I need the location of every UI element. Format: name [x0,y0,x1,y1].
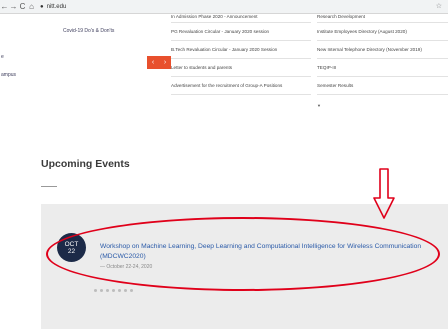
reload-icon[interactable]: C [18,1,27,13]
back-icon[interactable]: ← [0,1,9,13]
carousel-dot[interactable] [118,289,121,292]
slider-prev-icon[interactable]: ‹ [152,59,154,66]
browser-toolbar: ← → C ⌂ ● nitt.edu ☆ [0,0,448,14]
notice-item[interactable]: B.Tech Revaluation Circular - January 20… [171,41,311,59]
carousel-dot[interactable] [124,289,127,292]
slider-next-icon[interactable]: › [164,59,166,66]
left-link-partial-1[interactable]: e [1,54,4,60]
scroll-down-icon[interactable]: ▼ [317,103,321,108]
notice-item[interactable]: Institute Employees Directory (August 20… [317,23,448,41]
carousel-dot[interactable] [94,289,97,292]
carousel-dot[interactable] [106,289,109,292]
section-divider [41,186,57,187]
address-bar[interactable]: ● nitt.edu [40,4,66,10]
notice-item[interactable]: Semester Results [317,77,448,95]
left-link-partial-2[interactable]: ampus [1,72,16,78]
section-title: Upcoming Events [41,158,130,170]
bookmark-star-icon[interactable]: ☆ [436,2,442,10]
notices-column-a: In Admission Phase 2020 - Announcement P… [171,14,311,95]
annotation-down-arrow-icon [373,168,395,219]
home-icon[interactable]: ⌂ [27,1,36,13]
notice-item[interactable]: In Admission Phase 2020 - Announcement [171,14,311,23]
carousel-dots [94,289,133,292]
slider-controls: ‹ › [147,56,171,69]
carousel-dot[interactable] [112,289,115,292]
lock-icon: ● [40,3,44,10]
carousel-dot[interactable] [130,289,133,292]
notice-item[interactable]: Research Development [317,14,448,23]
notice-item[interactable]: Advertisement for the recruitment of Gro… [171,77,311,95]
notice-item[interactable]: Letter to students and parents [171,59,311,77]
notice-item[interactable]: TEQIP-III [317,59,448,77]
notice-item[interactable]: PG Revaluation Circular - January 2020 s… [171,23,311,41]
forward-icon[interactable]: → [9,1,18,13]
url-text: nitt.edu [46,3,67,10]
notice-item[interactable]: New Internal Telephone Directory (Novemb… [317,41,448,59]
carousel-dot[interactable] [100,289,103,292]
covid-dos-donts-link[interactable]: Covid-19 Do's & Don'ts [63,28,114,34]
notices-column-b: Research Development Institute Employees… [317,14,448,95]
annotation-ellipse [46,217,440,291]
